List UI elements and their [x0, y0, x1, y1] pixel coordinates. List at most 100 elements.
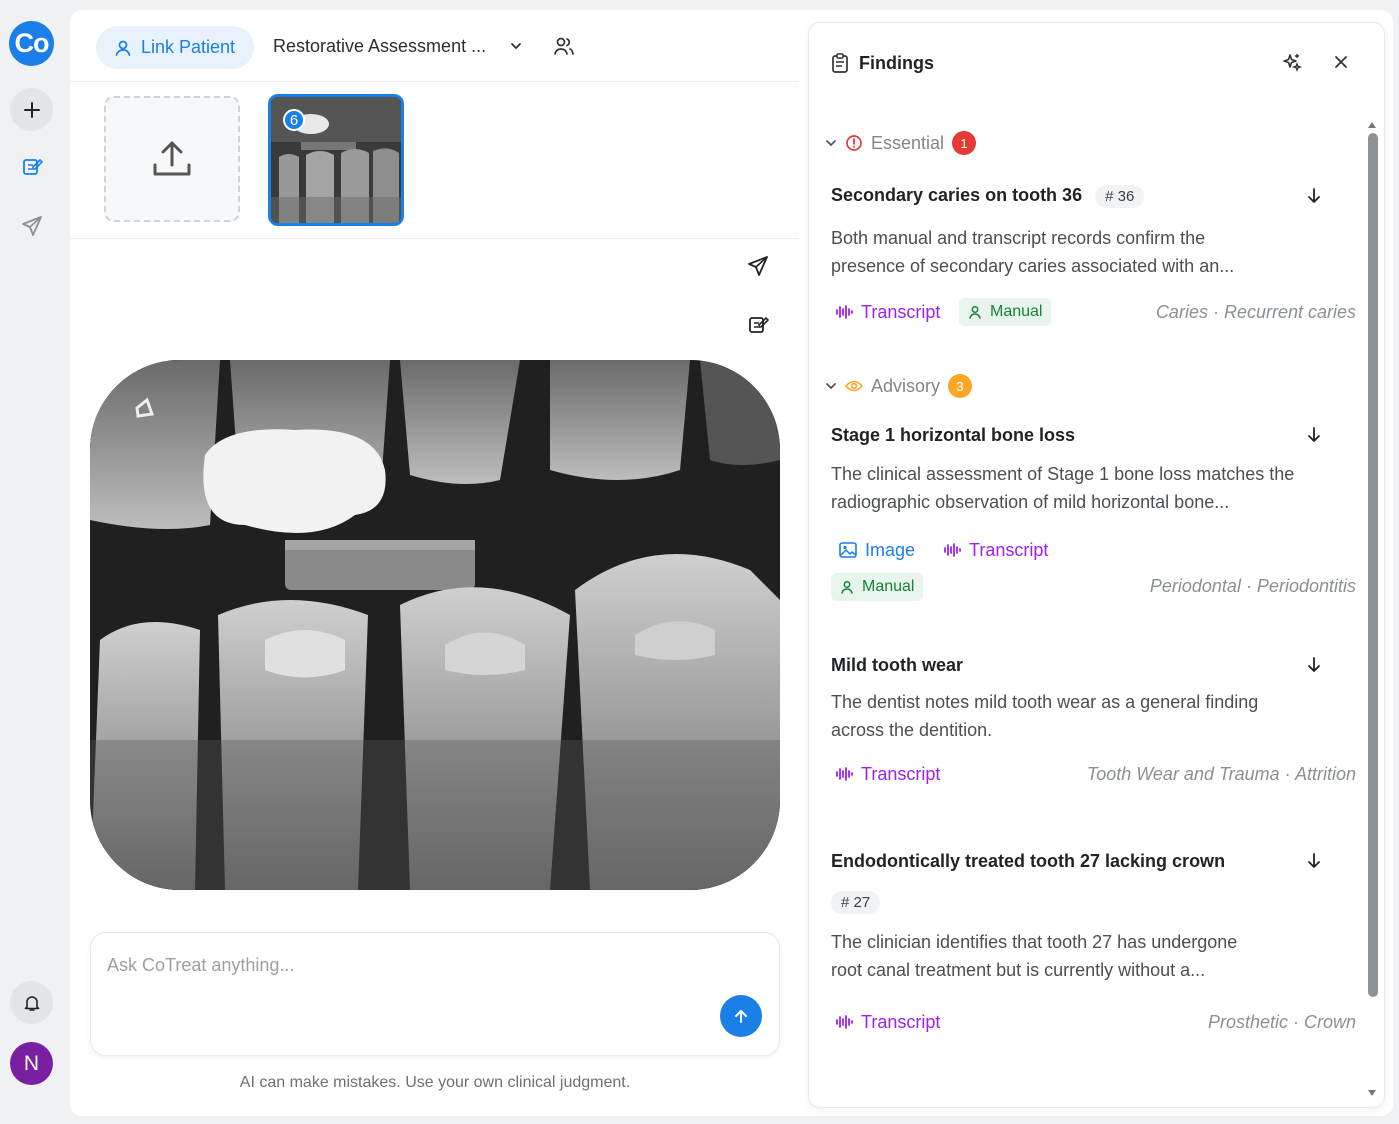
- assessment-title[interactable]: Restorative Assessment ...: [273, 36, 486, 57]
- scroll-up-icon[interactable]: [1367, 121, 1377, 129]
- findings-scrollbar[interactable]: [1365, 113, 1379, 1103]
- description-line: root canal treatment but is currently wi…: [831, 960, 1206, 980]
- image-count-badge: 6: [283, 109, 305, 131]
- link-patient-label: Link Patient: [141, 37, 236, 57]
- xray-radiograph: [90, 360, 780, 890]
- left-rail: Co N: [0, 0, 64, 1124]
- edit-note-icon: [22, 158, 43, 175]
- finding-category: Caries · Recurrent caries: [1155, 302, 1356, 322]
- source-manual-chip[interactable]: Manual: [831, 573, 924, 601]
- finding-description: The dentist notes mild tooth wear as a g…: [831, 688, 1281, 744]
- link-patient-button[interactable]: Link Patient: [96, 26, 254, 69]
- upload-icon: [153, 141, 191, 176]
- description-line: presence of secondary caries associated …: [831, 256, 1235, 276]
- tooth-tag: # 27: [831, 891, 881, 914]
- bell-icon: [24, 995, 39, 1011]
- tooth-tag-wrap: # 27: [831, 891, 881, 914]
- chip-label: Transcript: [969, 539, 1049, 560]
- image-icon: [839, 542, 857, 558]
- eye-icon: [845, 380, 863, 392]
- source-transcript-chip[interactable]: Transcript: [829, 760, 946, 788]
- top-bar: Link Patient Restorative Assessment ...: [70, 10, 798, 82]
- finding-title: Stage 1 horizontal bone loss: [831, 425, 1076, 445]
- tooth-tag: # 36: [1095, 185, 1145, 208]
- main-panel: Link Patient Restorative Assessment ... …: [70, 10, 1393, 1116]
- send-nav-button[interactable]: [10, 204, 53, 247]
- xray-thumbnail[interactable]: 6: [268, 94, 404, 226]
- section-advisory[interactable]: Advisory 3: [825, 373, 973, 399]
- finding-title: Mild tooth wear: [831, 655, 963, 675]
- scroll-down-icon[interactable]: [1367, 1089, 1377, 1097]
- waveform-icon: [836, 767, 853, 781]
- source-manual-chip[interactable]: Manual: [959, 298, 1052, 326]
- arrow-down-icon[interactable]: [1305, 656, 1323, 674]
- chevron-down-icon[interactable]: [508, 38, 524, 54]
- source-transcript-chip[interactable]: Transcript: [937, 536, 1054, 564]
- finding-title: Secondary caries on tooth 36 # 36: [831, 185, 1145, 208]
- user-icon: [969, 306, 981, 319]
- notifications-button[interactable]: [10, 981, 53, 1024]
- section-essential[interactable]: Essential 1: [825, 130, 977, 156]
- advisory-count-badge: 3: [948, 374, 973, 398]
- users-icon[interactable]: [553, 35, 575, 57]
- chip-label: Transcript: [861, 763, 941, 784]
- section-label: Essential: [871, 132, 945, 153]
- description-line: The clinical assessment of Stage 1 bone …: [831, 464, 1295, 484]
- chip-label: Transcript: [861, 1011, 941, 1032]
- finding-title: Endodontically treated tooth 27 lacking …: [831, 851, 1226, 871]
- finding-category: Tooth Wear and Trauma · Attrition: [1086, 764, 1356, 784]
- upload-image-button[interactable]: [104, 96, 240, 222]
- finding-description: Both manual and transcript records confi…: [831, 224, 1281, 280]
- chat-input-box: [90, 932, 780, 1056]
- arrow-down-icon[interactable]: [1305, 187, 1323, 205]
- sparkle-icon[interactable]: [1281, 52, 1303, 74]
- chevron-down-icon: [826, 383, 836, 390]
- app-logo[interactable]: Co: [9, 21, 54, 66]
- chip-label: Manual: [862, 578, 915, 595]
- chip-label: Image: [865, 539, 916, 560]
- finding-description: The clinician identifies that tooth 27 h…: [831, 928, 1281, 984]
- waveform-icon: [836, 305, 853, 319]
- description-line: Both manual and transcript records confi…: [831, 228, 1206, 248]
- ai-disclaimer: AI can make mistakes. Use your own clini…: [239, 1074, 631, 1091]
- user-icon: [115, 40, 131, 56]
- source-transcript-chip[interactable]: Transcript: [829, 1008, 946, 1036]
- xray-image[interactable]: [90, 360, 780, 890]
- chevron-down-icon: [826, 140, 836, 147]
- alert-circle-icon: [846, 135, 862, 151]
- chip-label: Transcript: [861, 301, 941, 322]
- chip-label: Manual: [990, 303, 1043, 320]
- section-label: Advisory: [871, 375, 941, 396]
- arrow-up-icon: [735, 1010, 747, 1023]
- finding-description: The clinical assessment of Stage 1 bone …: [831, 460, 1311, 516]
- notes-nav-button[interactable]: [10, 144, 53, 187]
- send-message-button[interactable]: [720, 995, 762, 1037]
- finding-category: Periodontal · Periodontitis: [1149, 576, 1356, 596]
- chat-input[interactable]: [107, 953, 707, 977]
- description-line: radiographic observation of mild horizon…: [831, 492, 1230, 512]
- arrow-down-icon[interactable]: [1305, 852, 1323, 870]
- close-icon[interactable]: [1333, 54, 1349, 70]
- edit-note-icon[interactable]: [747, 313, 769, 335]
- source-image-chip[interactable]: Image: [833, 536, 921, 564]
- findings-title: Findings: [859, 53, 934, 73]
- essential-count-badge: 1: [952, 131, 977, 155]
- arrow-down-icon[interactable]: [1305, 426, 1323, 444]
- finding-title-text: Secondary caries on tooth 36: [831, 185, 1083, 205]
- source-transcript-chip[interactable]: Transcript: [829, 298, 946, 326]
- send-icon[interactable]: [747, 255, 769, 277]
- waveform-icon: [836, 1015, 853, 1029]
- user-icon: [841, 581, 853, 594]
- description-line: The clinician identifies that tooth 27 h…: [831, 932, 1238, 952]
- finding-category: Prosthetic · Crown: [1207, 1012, 1356, 1032]
- scroll-thumb[interactable]: [1368, 133, 1378, 997]
- user-avatar[interactable]: N: [10, 1042, 53, 1085]
- findings-header: Findings: [809, 23, 1384, 103]
- plus-icon: [23, 101, 40, 118]
- waveform-icon: [944, 543, 961, 557]
- send-icon: [21, 215, 42, 236]
- image-thumbnail-row: 6: [70, 82, 798, 239]
- new-session-button[interactable]: [10, 88, 53, 131]
- findings-panel: Findings Essential 1 Secondary caries on…: [808, 22, 1385, 1108]
- description-line: across the dentition.: [831, 720, 993, 740]
